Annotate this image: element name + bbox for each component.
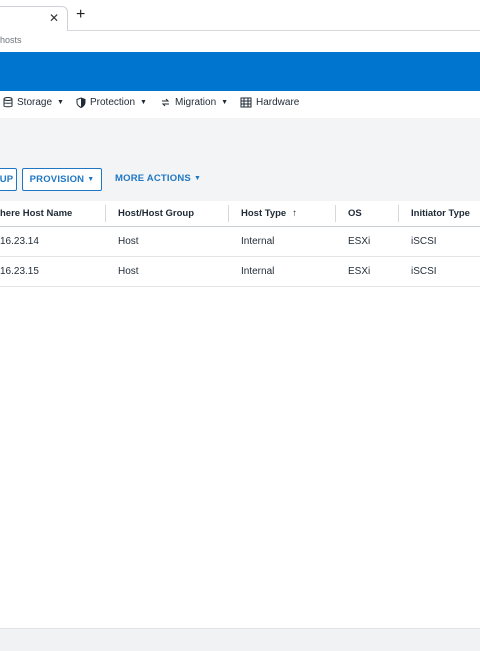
nav-item-migration[interactable]: Migration ▼ (160, 97, 228, 108)
database-icon (3, 97, 13, 108)
more-actions-label: MORE ACTIONS (115, 173, 191, 184)
cell-initiator-type: iSCSI (411, 266, 437, 277)
column-label: here Host Name (0, 208, 73, 219)
table-header: here Host Name Host/Host Group Host Type… (0, 201, 480, 227)
close-icon[interactable]: ✕ (49, 11, 59, 25)
provision-button[interactable]: PROVISION ▼ (22, 168, 102, 191)
cell-host-group: Host (118, 266, 139, 277)
app-header (0, 52, 480, 91)
column-header-initiator-type[interactable]: Initiator Type (411, 201, 470, 226)
cell-host-group: Host (118, 236, 139, 247)
chevron-down-icon: ▼ (193, 175, 202, 182)
plus-icon[interactable]: + (76, 6, 85, 24)
column-divider[interactable] (105, 205, 106, 222)
column-divider[interactable] (398, 205, 399, 222)
chevron-down-icon: ▼ (87, 176, 95, 183)
nav-item-label: Migration (175, 97, 217, 108)
cell-os: ESXi (348, 266, 371, 277)
nav-bar: Storage ▼ Protection ▼ Migration ▼ Hardw… (0, 91, 480, 118)
nav-item-storage[interactable]: Storage ▼ (3, 97, 64, 108)
column-header-host-name[interactable]: here Host Name (0, 201, 72, 226)
partial-button[interactable]: UP (0, 168, 17, 191)
footer-bar (0, 628, 480, 651)
provision-label: PROVISION (29, 174, 85, 185)
nav-item-label: Storage (17, 97, 53, 108)
column-label: Initiator Type (411, 208, 470, 219)
action-band: UP PROVISION ▼ MORE ACTIONS ▼ (0, 118, 480, 201)
sort-ascending-icon: ↑ (292, 208, 297, 219)
nav-item-protection[interactable]: Protection ▼ (76, 97, 147, 108)
column-label: OS (348, 208, 362, 219)
column-header-host-group[interactable]: Host/Host Group (118, 201, 194, 226)
table-row[interactable]: 16.23.14 Host Internal ESXi iSCSI (0, 227, 480, 257)
table-row[interactable]: 16.23.15 Host Internal ESXi iSCSI (0, 257, 480, 287)
column-header-host-type[interactable]: Host Type ↑ (241, 201, 297, 226)
chevron-down-icon: ▼ (221, 99, 229, 106)
column-header-os[interactable]: OS (348, 201, 362, 226)
browser-tab[interactable]: ✕ (0, 6, 68, 31)
cell-initiator-type: iSCSI (411, 236, 437, 247)
more-actions-button[interactable]: MORE ACTIONS ▼ (115, 168, 201, 189)
address-bar[interactable]: hosts (0, 31, 480, 51)
shield-icon (76, 97, 86, 108)
migration-icon (161, 98, 170, 107)
cell-host-type: Internal (241, 236, 275, 247)
chevron-down-icon: ▼ (57, 99, 64, 106)
hosts-table: here Host Name Host/Host Group Host Type… (0, 201, 480, 287)
cell-host-type: Internal (241, 266, 275, 277)
cell-os: ESXi (348, 236, 371, 247)
url-text: hosts (0, 35, 22, 45)
nav-item-label: Hardware (256, 97, 300, 108)
column-divider[interactable] (228, 205, 229, 222)
column-label: Host Type (241, 208, 287, 219)
column-label: Host/Host Group (118, 208, 194, 219)
hardware-icon (240, 97, 252, 108)
cell-host-name: 16.23.14 (0, 236, 39, 247)
browser-tab-strip: ✕ + (0, 0, 480, 31)
column-divider[interactable] (335, 205, 336, 222)
partial-button-label: UP (0, 174, 14, 185)
chevron-down-icon: ▼ (140, 99, 147, 106)
nav-item-label: Protection (90, 97, 136, 108)
cell-host-name: 16.23.15 (0, 266, 39, 277)
nav-item-hardware[interactable]: Hardware (240, 97, 299, 108)
